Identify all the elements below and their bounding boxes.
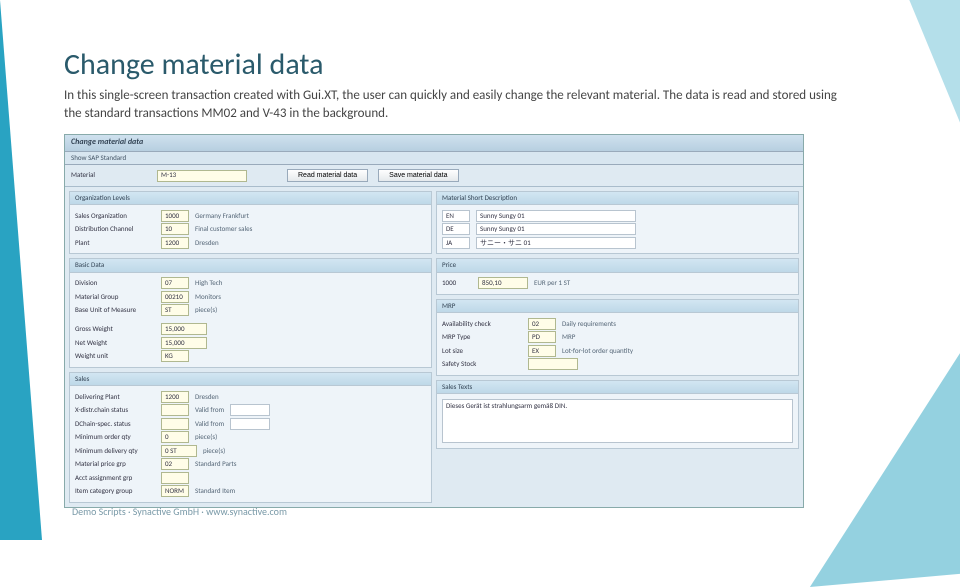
acct-assign-input[interactable] [161,472,189,484]
slide-title: Change material data [64,46,916,83]
matgroup-input[interactable]: 00210 [161,291,189,303]
footer-credit: Demo Scripts · Synactive GmbH · www.syna… [72,505,287,518]
xdistr-status-input[interactable] [161,404,189,416]
org-levels-panel: Organization Levels Sales Organization 10… [69,191,432,254]
mrp-type-input[interactable]: PD [528,331,556,343]
division-label: Division [75,279,155,287]
division-input[interactable]: 07 [161,277,189,289]
weight-unit-label: Weight unit [75,352,155,360]
division-desc: High Tech [195,279,222,287]
gross-weight-label: Gross Weight [75,325,155,333]
sap-screenshot: Change material data Show SAP Standard M… [64,134,804,508]
plant-desc: Dresden [195,239,219,247]
sales-org-desc: Germany Frankfurt [195,212,249,220]
short-desc-title: Material Short Description [437,192,798,205]
dchain-status-label: DChain-spec. status [75,420,155,428]
item-cat-desc: Standard Item [195,487,235,495]
dchain-status-input[interactable] [161,418,189,430]
deliv-plant-input[interactable]: 1200 [161,391,189,403]
matgroup-desc: Monitors [195,293,221,301]
org-levels-title: Organization Levels [70,192,431,205]
dist-channel-label: Distribution Channel [75,225,155,233]
window-title: Change material data [65,135,803,152]
price-uom-desc: EUR per 1 ST [534,279,570,287]
material-input[interactable]: M-13 [157,170,247,182]
price-grp-desc: Standard Parts [195,460,236,468]
dist-channel-desc: Final customer sales [195,225,252,233]
price-value-input[interactable]: 850,10 [478,277,528,289]
short-desc-de[interactable]: Sunny Sungy 01 [476,223,636,235]
sales-title: Sales [70,373,431,386]
min-order-label: Minimum order qty [75,433,155,441]
sales-org-label: Sales Organization [75,212,155,220]
xdistr-valid-input[interactable] [230,404,270,416]
material-toolbar: Material M-13 Read material data Save ma… [65,165,803,187]
basic-data-title: Basic Data [70,259,431,272]
short-desc-en[interactable]: Sunny Sungy 01 [476,210,636,222]
deliv-plant-desc: Dresden [195,393,219,401]
lang-de[interactable]: DE [442,223,470,235]
mrp-type-desc: MRP [562,333,575,341]
plant-input[interactable]: 1200 [161,237,189,249]
min-deliv-desc: piece(s) [203,447,225,455]
price-grp-label: Material price grp [75,460,155,468]
sales-panel: Sales Delivering Plant 1200 Dresden X-dist… [69,372,432,503]
deliv-plant-label: Delivering Plant [75,393,155,401]
min-deliv-label: Minimum delivery qty [75,447,155,455]
matgroup-label: Material Group [75,293,155,301]
show-sap-standard-link[interactable]: Show SAP Standard [65,152,803,165]
sales-org-input[interactable]: 1000 [161,210,189,222]
material-label: Material [71,171,147,179]
dchain-valid-label: Valid from [195,420,224,428]
slide-intro: In this single-screen transaction create… [64,87,844,122]
safety-stock-label: Safety Stock [442,360,522,368]
avail-check-label: Availability check [442,320,522,328]
min-order-input[interactable]: 0 [161,431,189,443]
item-cat-label: Item category group [75,487,155,495]
base-uom-input[interactable]: ST [161,304,189,316]
price-grp-input[interactable]: 02 [161,458,189,470]
read-material-button[interactable]: Read material data [287,169,368,182]
price-sorg-label: 1000 [442,279,472,287]
dist-channel-input[interactable]: 10 [161,223,189,235]
weight-unit-input[interactable]: KG [161,350,189,362]
mrp-title: MRP [437,300,798,313]
net-weight-label: Net Weight [75,339,155,347]
sales-texts-title: Sales Texts [437,381,798,394]
basic-data-panel: Basic Data Division 07 High Tech Material … [69,258,432,367]
short-desc-ja[interactable]: サニー・サニ 01 [476,237,636,249]
lot-size-label: Lot size [442,347,522,355]
min-deliv-input[interactable]: 0 ST [161,445,197,457]
lang-ja[interactable]: JA [442,237,470,249]
net-weight-input[interactable]: 15,000 [161,337,207,349]
acct-assign-label: Acct assignment grp [75,474,155,482]
mrp-panel: MRP Availability check 02 Daily requiremen… [436,299,799,376]
sales-text-area[interactable]: Dieses Gerät ist strahlungsarm gemäß DIN… [442,399,793,443]
lot-size-input[interactable]: EX [528,345,556,357]
item-cat-input[interactable]: NORM [161,485,189,497]
base-uom-label: Base Unit of Measure [75,306,155,314]
avail-check-input[interactable]: 02 [528,318,556,330]
plant-label: Plant [75,239,155,247]
xdistr-status-label: X-distr.chain status [75,406,155,414]
short-desc-panel: Material Short Description EN Sunny Sungy… [436,191,799,254]
dchain-valid-input[interactable] [230,418,270,430]
price-title: Price [437,259,798,272]
safety-stock-input[interactable] [528,358,578,370]
avail-check-desc: Daily requirements [562,320,616,328]
lot-size-desc: Lot-for-lot order quantity [562,347,633,355]
base-uom-desc: piece(s) [195,306,217,314]
gross-weight-input[interactable]: 15,000 [161,323,207,335]
price-panel: Price 1000 850,10 EUR per 1 ST [436,258,799,294]
save-material-button[interactable]: Save material data [378,169,458,182]
xdistr-valid-label: Valid from [195,406,224,414]
sales-texts-panel: Sales Texts Dieses Gerät ist strahlungsa… [436,380,799,449]
mrp-type-label: MRP Type [442,333,522,341]
min-order-desc: piece(s) [195,433,217,441]
lang-en[interactable]: EN [442,210,470,222]
